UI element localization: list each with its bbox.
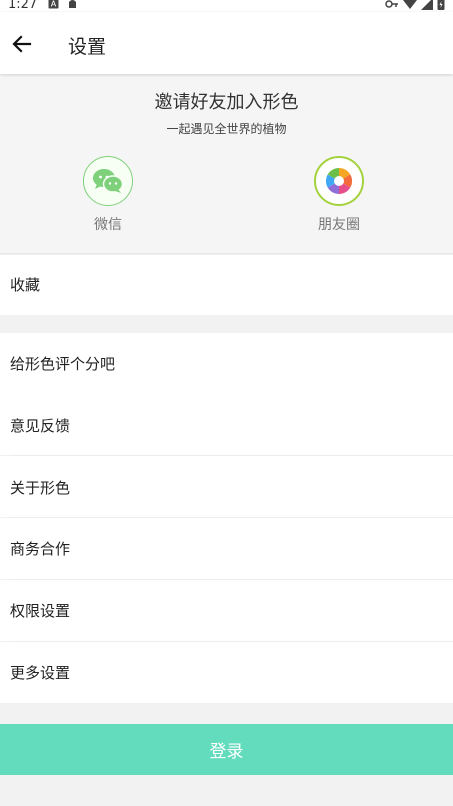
share-moments-button[interactable]: 朋友圈	[299, 156, 379, 234]
status-notification-icons: A	[48, 0, 78, 9]
menu-item-label: 意见反馈	[10, 417, 71, 435]
menu-item-business[interactable]: 商务合作	[0, 518, 453, 579]
moments-icon	[314, 156, 364, 206]
status-bar: 1:27 A	[0, 0, 453, 12]
notification-a-icon: A	[48, 0, 59, 9]
menu-item-label: 给形色评个分吧	[10, 355, 116, 373]
invite-friends-section: 邀请好友加入形色 一起遇见全世界的植物 微信 朋友圈	[0, 74, 453, 254]
menu-item-label: 更多设置	[10, 664, 71, 682]
notification-android-icon	[69, 0, 76, 8]
share-wechat-label: 微信	[94, 217, 122, 233]
menu-item-favorites[interactable]: 收藏	[0, 255, 453, 315]
app-toolbar: 设置	[0, 12, 453, 74]
menu-item-more-settings[interactable]: 更多设置	[0, 642, 453, 703]
login-button[interactable]: 登录	[0, 724, 453, 775]
wechat-icon	[83, 156, 133, 206]
menu-item-feedback[interactable]: 意见反馈	[0, 394, 453, 455]
menu-item-label: 权限设置	[10, 602, 71, 620]
status-time: 1:27	[8, 0, 38, 12]
page-title: 设置	[68, 36, 107, 58]
invite-subtitle: 一起遇见全世界的植物	[166, 122, 287, 136]
svg-text:A: A	[51, 0, 57, 9]
arrow-left-icon	[12, 35, 32, 53]
battery-icon	[437, 0, 445, 10]
share-wechat-button[interactable]: 微信	[68, 156, 148, 234]
back-button[interactable]	[10, 32, 34, 56]
share-moments-label: 朋友圈	[318, 217, 360, 233]
wifi-icon	[403, 0, 417, 9]
status-system-icons	[385, 0, 445, 10]
signal-icon	[421, 0, 433, 10]
menu-item-permissions[interactable]: 权限设置	[0, 580, 453, 641]
key-icon	[385, 0, 398, 8]
menu-item-label: 商务合作	[10, 540, 71, 558]
menu-item-about[interactable]: 关于形色	[0, 456, 453, 517]
invite-title: 邀请好友加入形色	[154, 92, 299, 113]
menu-item-label: 收藏	[10, 276, 41, 294]
menu-item-rate[interactable]: 给形色评个分吧	[0, 333, 453, 394]
menu-item-label: 关于形色	[10, 479, 71, 497]
